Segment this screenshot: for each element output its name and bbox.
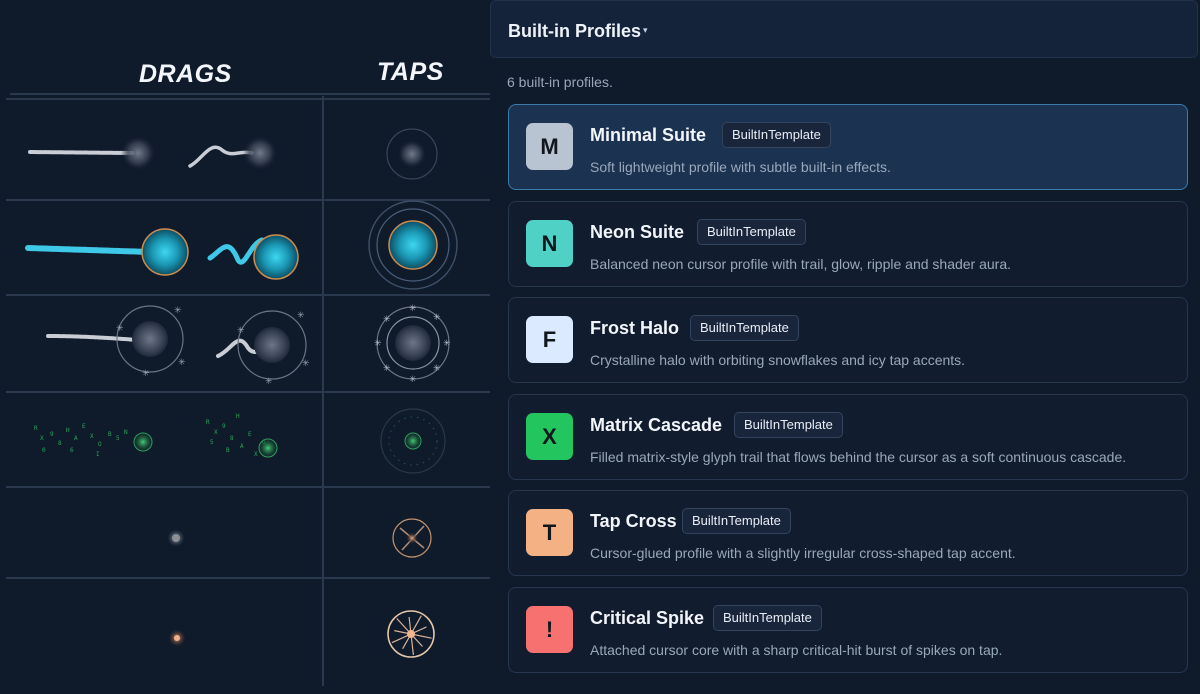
profiles-section-header[interactable]: Built-in Profiles ▾ [490, 0, 1198, 58]
template-badge: BuiltInTemplate [722, 122, 831, 148]
profile-description: Soft lightweight profile with subtle bui… [590, 159, 891, 175]
template-badge: BuiltInTemplate [713, 605, 822, 631]
profile-card[interactable]: ! Critical Spike BuiltInTemplate Attached c… [508, 587, 1188, 673]
matrix-glyph: I [96, 451, 100, 458]
neon-drag-sample [25, 228, 299, 280]
profile-avatar: F [526, 316, 573, 363]
matrix-glyph: X [214, 429, 218, 436]
svg-text:✳: ✳ [433, 313, 441, 323]
matrix-glyph: B [108, 431, 112, 438]
effect-preview-panel: DRAGS TAPS ✳ ✳ ✳ ✳ ✳ ✳ ✳ ✳ ✳ ✳ ✳ ✳ ✳ ✳ ✳… [0, 0, 496, 694]
matrix-glyph: E [82, 423, 86, 430]
matrix-glyph: A [74, 435, 78, 442]
matrix-glyph: 5 [210, 439, 214, 446]
matrix-glyph: B [226, 447, 230, 454]
svg-text:✳: ✳ [265, 377, 273, 387]
svg-text:✳: ✳ [433, 364, 441, 374]
profile-name: Tap Cross [590, 511, 677, 531]
tap-cross-tap-sample [392, 518, 432, 558]
matrix-glyph: 9 [222, 423, 226, 430]
profiles-panel: Built-in Profiles ▾ 6 built-in profiles.… [490, 0, 1200, 694]
frost-tap-sample: ✳ ✳ ✳ ✳ ✳ ✳ ✳ ✳ [374, 304, 451, 385]
collapse-caret-icon[interactable]: ▾ [643, 25, 648, 36]
matrix-drag-sample: RX98HAEXOB5N06IRX98HAEXOB5 [34, 413, 266, 458]
svg-text:✳: ✳ [297, 311, 305, 321]
profile-name: Critical Spike [590, 608, 705, 628]
minimal-tap-sample [386, 128, 438, 180]
neon-tap-sample [368, 200, 458, 290]
profile-avatar: N [526, 220, 573, 267]
matrix-glyph: X [254, 451, 258, 458]
svg-text:✳: ✳ [302, 359, 310, 369]
matrix-glyph: 6 [70, 447, 74, 454]
profile-name: Neon Suite [590, 222, 685, 242]
svg-text:✳: ✳ [409, 304, 417, 314]
profile-description: Balanced neon cursor profile with trail,… [590, 256, 1012, 272]
svg-text:✳: ✳ [383, 364, 391, 374]
profile-count: 6 built-in profiles. [507, 74, 613, 90]
profile-description: Cursor-glued profile with a slightly irr… [590, 545, 1016, 561]
matrix-glyph: 8 [230, 435, 234, 442]
critical-spike-tap-sample [387, 610, 435, 658]
matrix-tap-sample [380, 408, 446, 474]
profile-card[interactable]: N Neon Suite BuiltInTemplate Balanced neon … [508, 201, 1188, 287]
matrix-glyph: X [90, 433, 94, 440]
matrix-glyph: R [206, 419, 210, 426]
profile-name: Matrix Cascade [590, 415, 723, 435]
matrix-glyph: X [40, 435, 44, 442]
svg-text:✳: ✳ [116, 324, 124, 334]
matrix-glyph: 8 [58, 440, 62, 447]
profile-avatar: X [526, 413, 573, 460]
svg-text:✳: ✳ [374, 339, 382, 349]
svg-text:✳: ✳ [178, 358, 186, 368]
profile-card[interactable]: T Tap Cross BuiltInTemplate Cursor-glued pr… [508, 490, 1188, 576]
matrix-glyph: A [240, 443, 244, 450]
template-badge: BuiltInTemplate [682, 508, 791, 534]
matrix-glyph: H [236, 413, 240, 420]
profile-description: Crystalline halo with orbiting snowflake… [590, 352, 966, 368]
minimal-drag-sample [28, 136, 277, 170]
profile-card[interactable]: M Minimal Suite BuiltInTemplate Soft lightw… [508, 104, 1188, 190]
profile-description: Filled matrix-style glyph trail that flo… [590, 449, 1127, 465]
matrix-glyph: 5 [116, 435, 120, 442]
svg-text:✳: ✳ [142, 369, 150, 379]
template-badge: BuiltInTemplate [734, 412, 843, 438]
matrix-glyph: H [66, 427, 70, 434]
profile-avatar: T [526, 509, 573, 556]
template-badge: BuiltInTemplate [697, 219, 806, 245]
tap-cross-drag-sample [167, 529, 185, 547]
matrix-glyph: E [248, 431, 252, 438]
profile-card[interactable]: F Frost Halo BuiltInTemplate Crystalline ha… [508, 297, 1188, 383]
profile-description: Attached cursor core with a sharp critic… [590, 642, 1003, 658]
matrix-glyph: R [34, 425, 38, 432]
effect-samples: ✳✳✳✳ ✳✳✳✳ ✳✳✳✳ ✳✳✳✳ RX98HAEXOB5N0 6IRX98H… [25, 128, 458, 658]
svg-text:✳: ✳ [409, 375, 417, 385]
profile-avatar: M [526, 123, 573, 170]
template-badge: BuiltInTemplate [690, 315, 799, 341]
matrix-glyph: N [124, 429, 128, 436]
frost-drag-sample: ✳ ✳ ✳ ✳ ✳ ✳ ✳ ✳ [46, 305, 310, 387]
svg-text:✳: ✳ [443, 339, 451, 349]
svg-text:✳: ✳ [237, 326, 245, 336]
profile-name: Frost Halo [590, 318, 680, 338]
svg-text:✳: ✳ [383, 315, 391, 325]
profile-avatar: ! [526, 606, 573, 653]
profile-name: Minimal Suite [590, 125, 707, 145]
critical-spike-drag-sample [168, 629, 186, 647]
svg-text:✳: ✳ [174, 306, 182, 316]
profile-card[interactable]: X Matrix Cascade BuiltInTemplate Filled mat… [508, 394, 1188, 480]
matrix-glyph: 9 [50, 431, 54, 438]
matrix-glyph: O [98, 441, 102, 448]
matrix-glyph: 0 [42, 447, 46, 454]
section-title: Built-in Profiles [508, 21, 642, 41]
